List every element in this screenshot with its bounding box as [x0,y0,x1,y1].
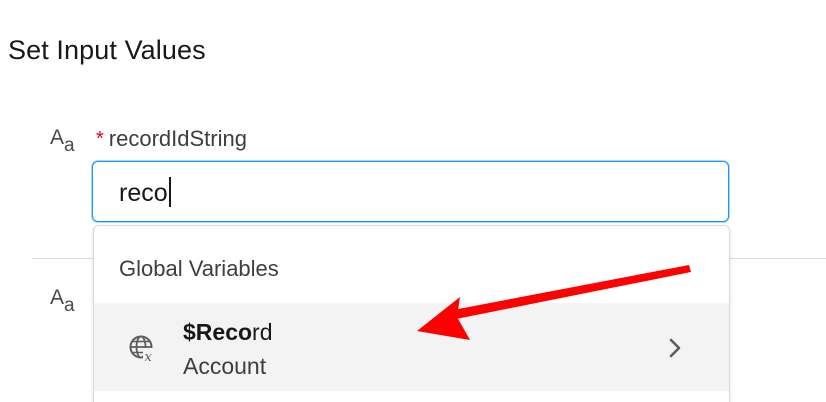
option-title-rest: rd [252,319,273,345]
required-marker: * [96,128,104,150]
group-header-global-variables: Global Variables [119,256,279,281]
record-id-input[interactable]: reco [92,161,729,222]
record-id-input-value[interactable]: reco [119,177,171,209]
text-type-icon-second-small-letter: a [64,295,75,316]
global-variable-icon: x [129,335,157,364]
field-label-text: recordIdString [108,126,247,151]
text-type-icon-big-letter: A [50,126,65,149]
option-title: $Record [183,317,273,347]
section-title: Set Input Values [8,35,206,65]
option-subtitle: Account [183,353,267,379]
set-input-values-panel: Set Input Values A a * recordIdString rec… [0,0,826,402]
text-type-icon-small-letter: a [64,135,75,156]
chevron-right-icon[interactable] [666,335,684,361]
svg-text:x: x [145,350,153,364]
option-title-match: $Reco [183,319,253,345]
text-type-icon-second: A a [50,286,84,316]
input-value-text: reco [119,179,168,207]
variable-lookup-dropdown: Global Variables x $Record Account [93,225,730,402]
field-label: * recordIdString [96,124,247,154]
text-caret [168,177,171,207]
text-type-icon: A a [50,126,84,156]
text-type-icon-second-big-letter: A [50,286,65,309]
option-record[interactable]: x $Record Account [94,303,729,391]
